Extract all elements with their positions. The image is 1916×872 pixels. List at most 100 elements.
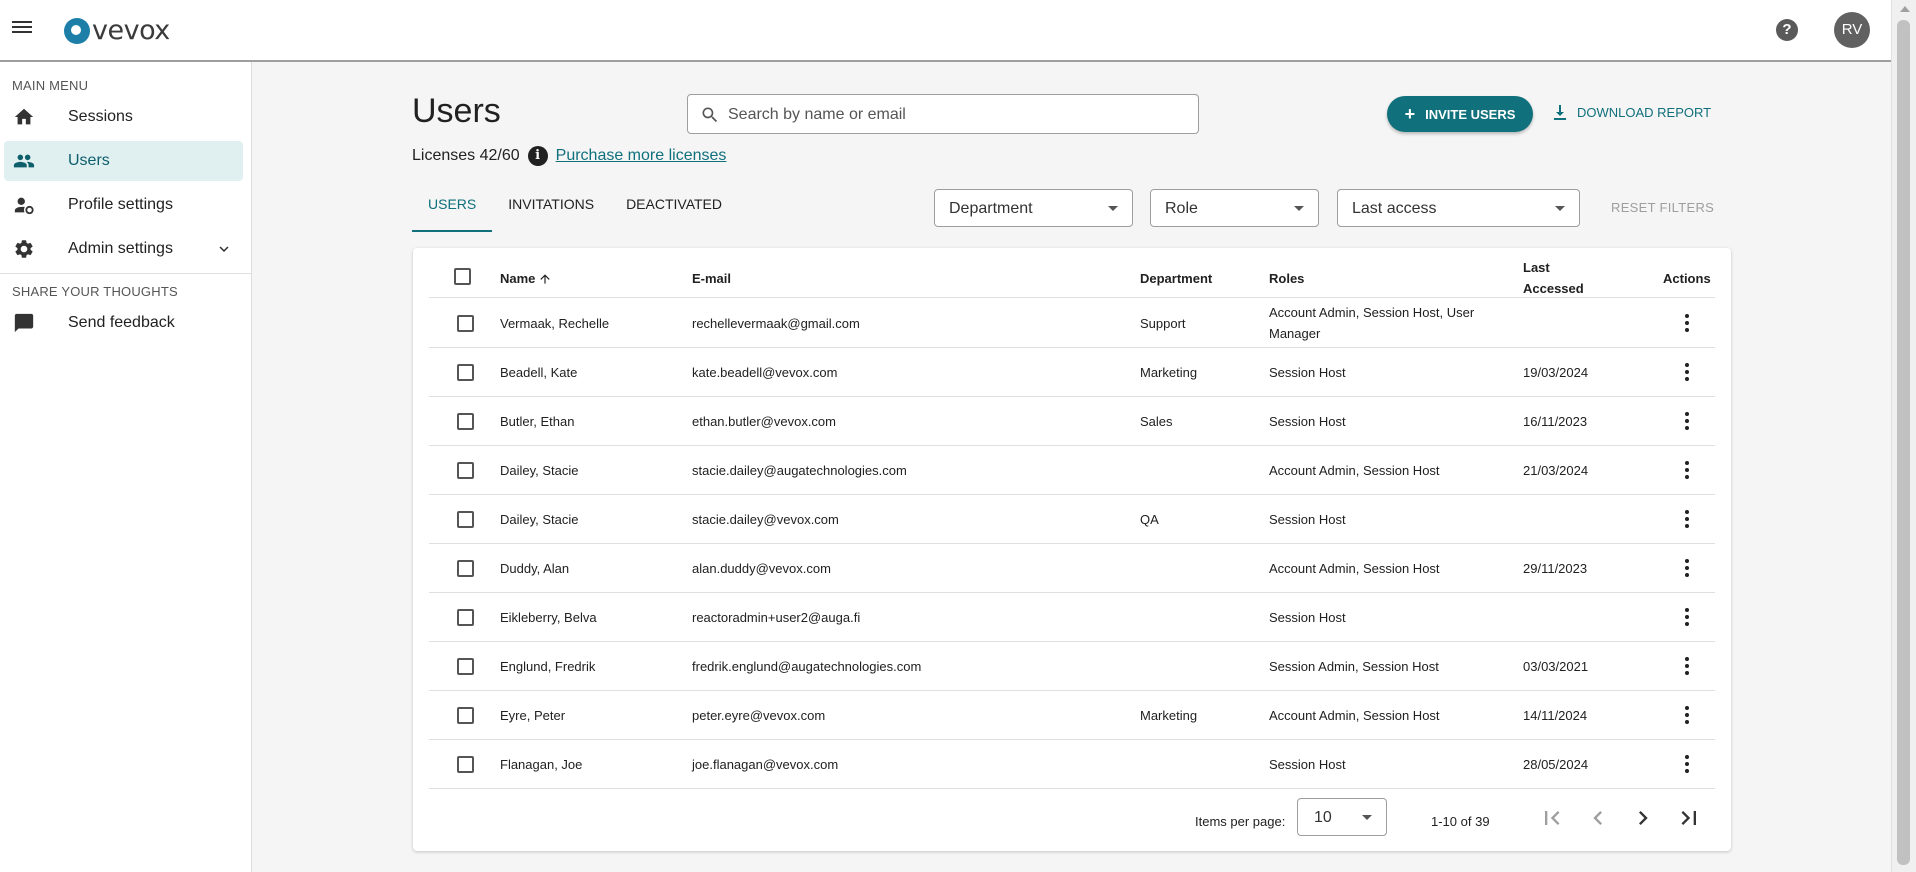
table-row[interactable]: Flanagan, Joe joe.flanagan@vevox.com Ses… <box>429 740 1715 789</box>
logo-text: vevox <box>92 15 170 46</box>
table-row[interactable]: Eyre, Peter peter.eyre@vevox.com Marketi… <box>429 691 1715 740</box>
user-last-accessed: 14/11/2024 <box>1523 708 1588 723</box>
table-row[interactable]: Englund, Fredrik fredrik.englund@augatec… <box>429 642 1715 691</box>
sidebar-divider <box>0 273 251 274</box>
select-all-checkbox[interactable] <box>454 268 471 285</box>
user-last-accessed: 16/11/2023 <box>1523 414 1588 429</box>
more-actions-icon[interactable] <box>1677 410 1697 434</box>
table-row[interactable]: Beadell, Kate kate.beadell@vevox.com Mar… <box>429 348 1715 397</box>
more-actions-icon[interactable] <box>1677 606 1697 630</box>
users-table-card: Name E-mail Department Roles Last Access… <box>413 248 1731 851</box>
user-name: Butler, Ethan <box>500 414 575 429</box>
search-input[interactable] <box>728 103 1188 127</box>
user-email: rechellevermaak@gmail.com <box>692 316 860 331</box>
download-report-button[interactable]: DOWNLOAD REPORT <box>1553 104 1711 120</box>
gear-icon <box>15 240 33 258</box>
user-name: Eikleberry, Belva <box>500 610 597 625</box>
more-actions-icon[interactable] <box>1677 312 1697 336</box>
dropdown-arrow-icon <box>1555 206 1565 211</box>
table-row[interactable]: Duddy, Alan alan.duddy@vevox.com Account… <box>429 544 1715 593</box>
main-menu-title: MAIN MENU <box>12 78 89 93</box>
sidebar-item-users[interactable]: Users <box>4 141 243 181</box>
table-row[interactable]: Dailey, Stacie stacie.dailey@vevox.com Q… <box>429 495 1715 544</box>
row-checkbox[interactable] <box>457 462 474 479</box>
users-tabs: USERS INVITATIONS DEACTIVATED <box>412 190 738 232</box>
invite-users-button[interactable]: + INVITE USERS <box>1387 96 1533 132</box>
vevox-logo[interactable]: vevox <box>64 15 170 46</box>
top-bar: vevox ? RV <box>0 0 1891 62</box>
sidebar-item-label: Profile settings <box>68 196 173 213</box>
user-roles: Account Admin, Session Host <box>1269 561 1440 576</box>
more-actions-icon[interactable] <box>1677 557 1697 581</box>
more-actions-icon[interactable] <box>1677 361 1697 385</box>
row-checkbox[interactable] <box>457 707 474 724</box>
user-email: peter.eyre@vevox.com <box>692 708 826 723</box>
table-row[interactable]: Dailey, Stacie stacie.dailey@augatechnol… <box>429 446 1715 495</box>
reset-filters-button[interactable]: RESET FILTERS <box>1611 200 1714 215</box>
role-filter-label: Role <box>1165 200 1198 217</box>
previous-page-icon[interactable] <box>1584 804 1612 832</box>
user-name: Dailey, Stacie <box>500 463 579 478</box>
search-field[interactable] <box>687 94 1199 134</box>
tab-invitations[interactable]: INVITATIONS <box>492 190 610 232</box>
row-checkbox[interactable] <box>457 413 474 430</box>
department-filter[interactable]: Department <box>934 189 1133 227</box>
more-actions-icon[interactable] <box>1677 753 1697 777</box>
vertical-scrollbar[interactable] <box>1891 0 1916 872</box>
more-actions-icon[interactable] <box>1677 508 1697 532</box>
user-roles: Session Host <box>1269 757 1346 772</box>
user-email: stacie.dailey@vevox.com <box>692 512 839 527</box>
user-name: Eyre, Peter <box>500 708 566 723</box>
more-actions-icon[interactable] <box>1677 459 1697 483</box>
sidebar-item-profile-settings[interactable]: Profile settings <box>4 185 243 225</box>
scrollbar-thumb[interactable] <box>1897 20 1910 865</box>
sidebar-item-admin-settings[interactable]: Admin settings <box>4 229 243 269</box>
more-actions-icon[interactable] <box>1677 655 1697 679</box>
table-row[interactable]: Vermaak, Rechelle rechellevermaak@gmail.… <box>429 299 1715 348</box>
items-per-page-select[interactable]: 10 <box>1297 798 1387 836</box>
last-access-filter[interactable]: Last access <box>1337 189 1580 227</box>
purchase-licenses-link[interactable]: Purchase more licenses <box>556 147 727 165</box>
table-row[interactable]: Eikleberry, Belva reactoradmin+user2@aug… <box>429 593 1715 642</box>
sidebar-item-sessions[interactable]: Sessions <box>4 97 243 137</box>
table-row[interactable]: Butler, Ethan ethan.butler@vevox.com Sal… <box>429 397 1715 446</box>
first-page-icon[interactable] <box>1538 804 1566 832</box>
user-name: Flanagan, Joe <box>500 757 583 772</box>
page-title: Users <box>412 92 501 130</box>
scroll-up-icon[interactable] <box>1900 6 1910 12</box>
user-last-accessed: 19/03/2024 <box>1523 365 1589 380</box>
user-roles-line2: Manager <box>1269 326 1321 341</box>
row-checkbox[interactable] <box>457 756 474 773</box>
department-filter-label: Department <box>949 200 1033 217</box>
row-checkbox[interactable] <box>457 658 474 675</box>
row-checkbox[interactable] <box>457 364 474 381</box>
row-checkbox[interactable] <box>457 315 474 332</box>
user-last-accessed: 03/03/2021 <box>1523 659 1589 674</box>
sidebar-item-send-feedback[interactable]: Send feedback <box>4 303 243 343</box>
chevron-down-icon[interactable] <box>215 240 233 258</box>
last-page-icon[interactable] <box>1675 804 1703 832</box>
table-header: Name E-mail Department Roles Last Access… <box>429 248 1715 298</box>
menu-icon[interactable] <box>12 18 34 40</box>
avatar[interactable]: RV <box>1834 12 1870 48</box>
column-header-name[interactable]: Name <box>500 271 552 286</box>
user-roles: Session Host <box>1269 365 1346 380</box>
items-per-page-label: Items per page: <box>1195 814 1286 829</box>
invite-users-label: INVITE USERS <box>1425 106 1516 122</box>
user-email: stacie.dailey@augatechnologies.com <box>692 463 907 478</box>
user-name: Duddy, Alan <box>500 561 570 576</box>
info-icon[interactable]: i <box>527 146 548 166</box>
row-checkbox[interactable] <box>457 560 474 577</box>
download-icon <box>1554 105 1566 120</box>
more-actions-icon[interactable] <box>1677 704 1697 728</box>
tab-deactivated[interactable]: DEACTIVATED <box>610 190 738 232</box>
user-roles: Session Host <box>1269 414 1346 429</box>
help-icon[interactable]: ? <box>1776 19 1798 41</box>
row-checkbox[interactable] <box>457 511 474 528</box>
items-per-page-value: 10 <box>1314 809 1332 826</box>
next-page-icon[interactable] <box>1629 804 1657 832</box>
plus-icon: + <box>1404 103 1416 124</box>
tab-users[interactable]: USERS <box>412 190 493 232</box>
row-checkbox[interactable] <box>457 609 474 626</box>
role-filter[interactable]: Role <box>1150 189 1319 227</box>
